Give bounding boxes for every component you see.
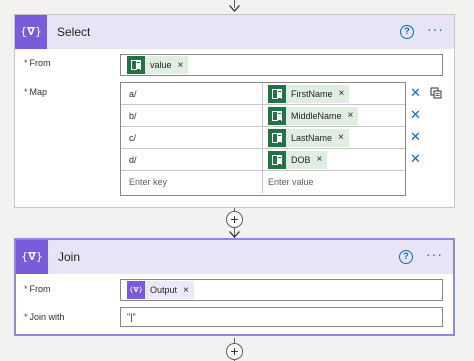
- remove-token-icon[interactable]: ×: [183, 285, 189, 296]
- remove-token-icon[interactable]: ×: [317, 154, 323, 165]
- join-from-input[interactable]: {𝛁} Output ×: [120, 279, 443, 301]
- map-key-text: b/: [129, 110, 137, 121]
- map-key-cell[interactable]: a/: [121, 83, 263, 104]
- map-table: a/ FirstName × b/ MiddleName × c/ LastNa…: [120, 82, 406, 196]
- map-row: b/ MiddleName ×: [121, 105, 405, 127]
- join-with-input[interactable]: "|": [120, 307, 443, 327]
- map-value-token[interactable]: DOB ×: [268, 150, 328, 169]
- join-card-header[interactable]: {𝛁} Join ? ···: [16, 240, 453, 274]
- data-operation-icon: {𝛁}: [16, 240, 48, 274]
- key-placeholder: Enter key: [129, 177, 168, 187]
- map-value-cell[interactable]: MiddleName ×: [263, 105, 405, 126]
- map-row: d/ DOB ×: [121, 149, 405, 171]
- map-value-cell[interactable]: FirstName ×: [263, 83, 405, 104]
- map-value-token-label: LastName: [291, 132, 333, 143]
- map-value-token[interactable]: MiddleName ×: [268, 106, 359, 125]
- delete-row-icon[interactable]: ✕: [410, 107, 421, 123]
- data-operation-icon: {𝛁}: [127, 281, 145, 299]
- help-icon[interactable]: ?: [399, 250, 413, 264]
- more-options-icon[interactable]: ···: [426, 246, 443, 262]
- more-options-icon[interactable]: ···: [427, 21, 444, 37]
- map-key-text: c/: [129, 132, 137, 143]
- switch-to-text-mode-icon[interactable]: [430, 87, 442, 99]
- map-value-token-label: FirstName: [291, 88, 333, 99]
- data-operation-icon: {𝛁}: [15, 15, 47, 49]
- insert-step-button[interactable]: +: [226, 211, 243, 228]
- map-key-cell[interactable]: c/: [121, 127, 263, 148]
- excel-icon: [268, 84, 286, 103]
- join-from-label: * From: [24, 284, 51, 294]
- select-from-input[interactable]: value ×: [120, 54, 443, 76]
- map-row: c/ LastName ×: [121, 127, 405, 149]
- map-key-text: d/: [129, 154, 137, 165]
- arrow-down-icon: [229, 231, 240, 238]
- insert-step-button[interactable]: +: [226, 343, 243, 360]
- map-key-text: a/: [129, 88, 137, 99]
- delete-row-icon[interactable]: ✕: [410, 151, 421, 167]
- output-token-label: Output: [150, 285, 178, 295]
- join-card-title: Join: [58, 250, 81, 264]
- excel-icon: [268, 150, 286, 169]
- remove-token-icon[interactable]: ×: [178, 60, 184, 71]
- select-card-title: Select: [57, 25, 91, 39]
- output-token[interactable]: {𝛁} Output ×: [127, 281, 194, 299]
- map-key-cell[interactable]: d/: [121, 149, 263, 170]
- excel-icon: [268, 128, 286, 147]
- excel-icon: [127, 56, 145, 74]
- value-placeholder: Enter value: [268, 177, 314, 187]
- remove-token-icon[interactable]: ×: [339, 88, 345, 99]
- map-key-input[interactable]: Enter key: [121, 171, 263, 193]
- map-key-cell[interactable]: b/: [121, 105, 263, 126]
- excel-icon: [268, 106, 286, 125]
- map-value-token[interactable]: FirstName ×: [268, 84, 350, 103]
- join-with-label: * Join with: [24, 312, 65, 322]
- join-with-value: "|": [127, 312, 136, 322]
- map-row: a/ FirstName ×: [121, 83, 405, 105]
- map-value-cell[interactable]: LastName ×: [263, 127, 405, 148]
- arrow-down-icon: [229, 5, 240, 12]
- map-value-token-label: DOB: [291, 154, 311, 165]
- from-token-label: value: [150, 60, 172, 70]
- map-value-input[interactable]: Enter value: [263, 171, 405, 193]
- map-value-cell[interactable]: DOB ×: [263, 149, 405, 170]
- remove-token-icon[interactable]: ×: [348, 110, 354, 121]
- select-card-header[interactable]: {𝛁} Select ? ···: [15, 15, 454, 49]
- help-icon[interactable]: ?: [400, 25, 414, 39]
- map-field-label: * Map: [24, 87, 48, 97]
- from-token[interactable]: value ×: [127, 56, 189, 74]
- delete-row-icon[interactable]: ✕: [410, 129, 421, 145]
- remove-token-icon[interactable]: ×: [338, 132, 344, 143]
- map-value-token-label: MiddleName: [291, 110, 342, 121]
- map-row-new: Enter key Enter value: [121, 171, 405, 193]
- from-field-label: * From: [24, 58, 51, 68]
- map-value-token[interactable]: LastName ×: [268, 128, 349, 147]
- delete-row-icon[interactable]: ✕: [410, 85, 421, 101]
